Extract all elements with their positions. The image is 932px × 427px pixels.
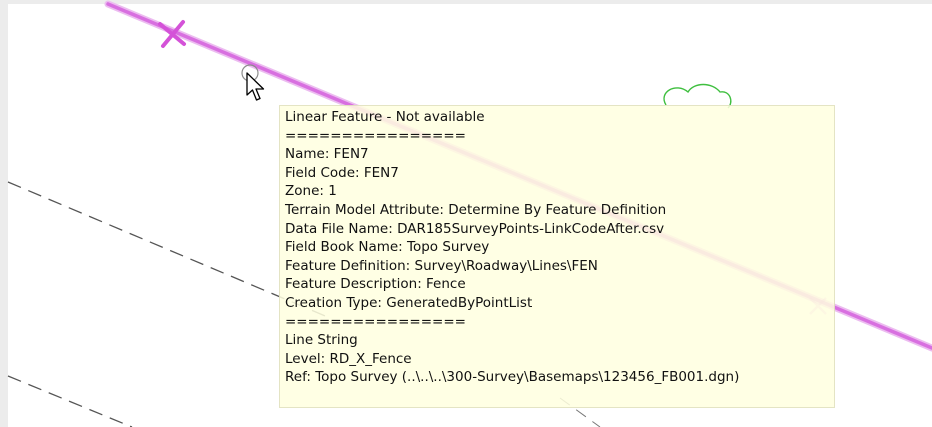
tooltip-element-type: Linear Feature - Not available	[285, 109, 485, 125]
tooltip-level: Level: RD_X_Fence	[285, 350, 412, 367]
tooltip-feature-description: Feature Description: Fence	[285, 276, 466, 293]
tooltip-terrain-model-attribute: Terrain Model Attribute: Determine By Fe…	[285, 201, 667, 218]
tooltip-feature-definition: Feature Definition: Survey\Roadway\Lines…	[285, 257, 598, 274]
tooltip-field-book-name: Field Book Name: Topo Survey	[285, 239, 490, 256]
arrow-pointer-icon	[246, 72, 265, 101]
dashed-line-lower[interactable]	[7, 375, 133, 427]
tooltip-geometry-type: Line String	[285, 332, 358, 349]
element-info-tooltip: Linear Feature - Not available =========…	[279, 105, 835, 408]
tooltip-creation-type: Creation Type: GeneratedByPointList	[285, 294, 533, 311]
tooltip-field-code: Field Code: FEN7	[285, 164, 399, 181]
tooltip-name: Name: FEN7	[285, 146, 369, 163]
tooltip-zone: Zone: 1	[285, 183, 337, 200]
design-view-canvas[interactable]: Linear Feature - Not available =========…	[0, 0, 932, 427]
tooltip-data-file-name: Data File Name: DAR185SurveyPoints-LinkC…	[285, 220, 665, 237]
tooltip-separator: ================	[285, 127, 466, 144]
tooltip-separator-2: ================	[285, 313, 466, 330]
tooltip-reference: Ref: Topo Survey (..\..\..\300-Survey\Ba…	[285, 369, 740, 386]
